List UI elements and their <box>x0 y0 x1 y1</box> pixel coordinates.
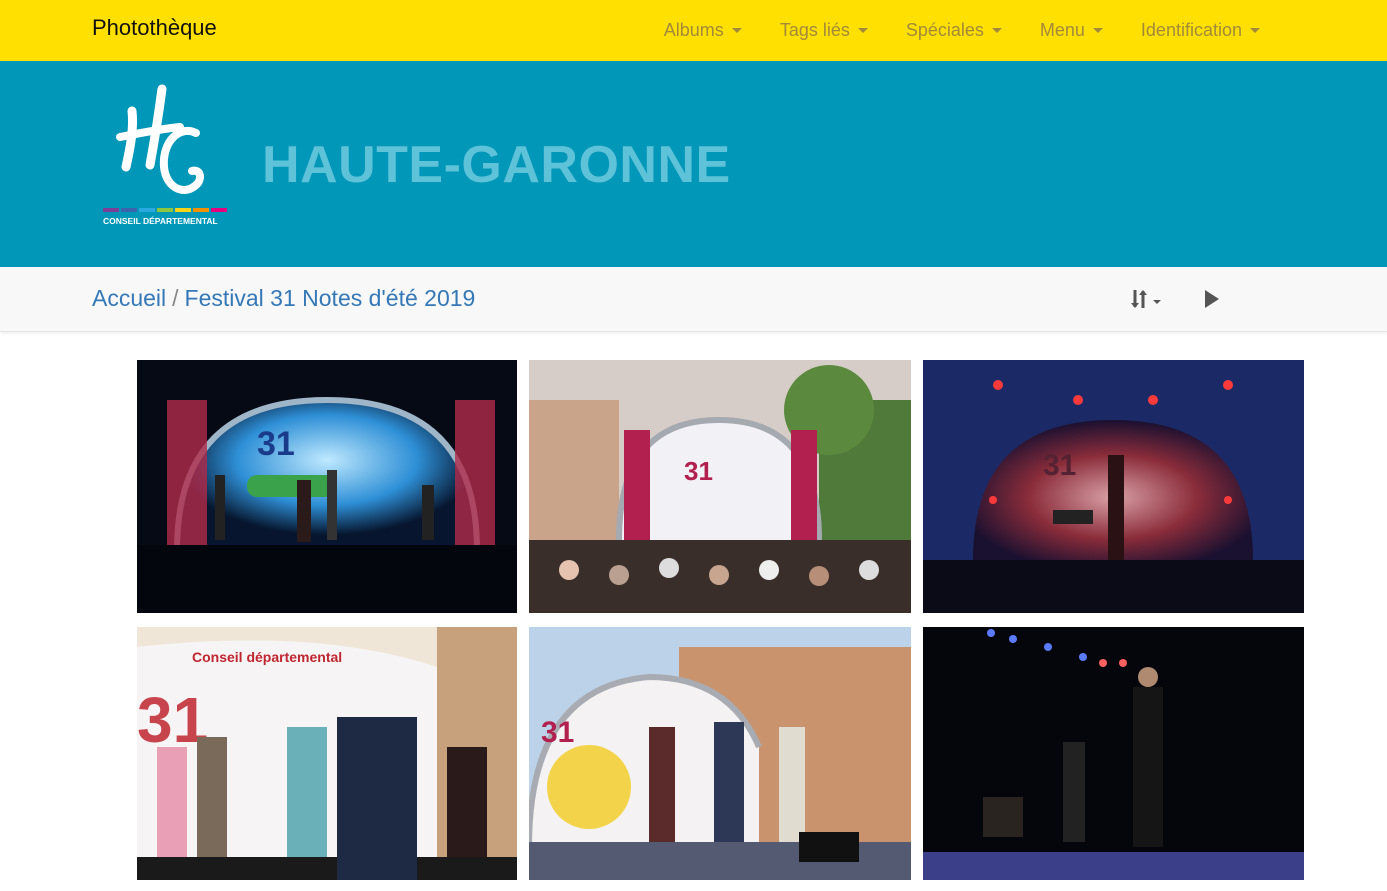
chevron-down-icon <box>731 28 742 33</box>
brand-link[interactable]: Photothèque <box>92 15 217 41</box>
chevron-down-icon <box>1092 28 1103 33</box>
nav-menu: Albums Tags liés Spéciales Menu Identifi… <box>645 0 1279 61</box>
breadcrumb-separator: / <box>172 285 179 311</box>
nav-tags[interactable]: Tags liés <box>761 20 887 41</box>
top-navbar: Photothèque Albums Tags liés Spéciales M… <box>0 0 1387 61</box>
sort-icon <box>1131 290 1161 308</box>
nav-albums-label: Albums <box>663 20 724 40</box>
svg-text:31: 31 <box>1043 449 1076 482</box>
nav-menu-item[interactable]: Menu <box>1021 20 1122 41</box>
breadcrumb: Accueil / Festival 31 Notes d'été 2019 <box>92 285 475 312</box>
slideshow-button[interactable] <box>1203 288 1223 310</box>
photo-concert-blue-stage[interactable]: 31 <box>137 360 517 613</box>
site-banner: CONSEIL DÉPARTEMENTAL HAUTE-GARONNE <box>0 61 1387 267</box>
nav-special-label: Spéciales <box>905 20 984 40</box>
photo-flamenco-dancers[interactable] <box>923 627 1304 880</box>
nav-albums[interactable]: Albums <box>645 20 761 41</box>
nav-menu-label: Menu <box>1039 20 1085 40</box>
photo-speakers-on-stage[interactable]: 31 <box>529 627 911 880</box>
logo-caption: CONSEIL DÉPARTEMENTAL <box>103 216 218 226</box>
chevron-down-icon <box>857 28 868 33</box>
breadcrumb-bar: Accueil / Festival 31 Notes d'été 2019 <box>0 267 1387 332</box>
svg-text:31: 31 <box>257 425 295 463</box>
svg-text:31: 31 <box>684 456 713 486</box>
photo-children-performance[interactable]: Conseil départemental 31 <box>137 627 517 880</box>
photo-concert-outdoor-crowd[interactable]: 31 <box>529 360 911 613</box>
chevron-down-icon <box>991 28 1002 33</box>
breadcrumb-current-link[interactable]: Festival 31 Notes d'été 2019 <box>185 285 476 311</box>
photo-concert-red-stage[interactable]: 31 <box>923 360 1304 613</box>
nav-tags-label: Tags liés <box>779 20 850 40</box>
site-title: HAUTE-GARONNE <box>262 136 731 194</box>
sort-button[interactable] <box>1130 287 1166 311</box>
nav-special[interactable]: Spéciales <box>887 20 1021 41</box>
chevron-down-icon <box>1250 28 1260 33</box>
nav-login[interactable]: Identification <box>1122 20 1279 41</box>
breadcrumb-home-link[interactable]: Accueil <box>92 285 166 311</box>
play-icon <box>1205 290 1219 308</box>
nav-login-label: Identification <box>1140 20 1242 40</box>
hg-logo[interactable]: CONSEIL DÉPARTEMENTAL <box>100 79 230 229</box>
svg-text:Conseil départemental: Conseil départemental <box>192 649 342 665</box>
svg-text:31: 31 <box>541 716 574 749</box>
